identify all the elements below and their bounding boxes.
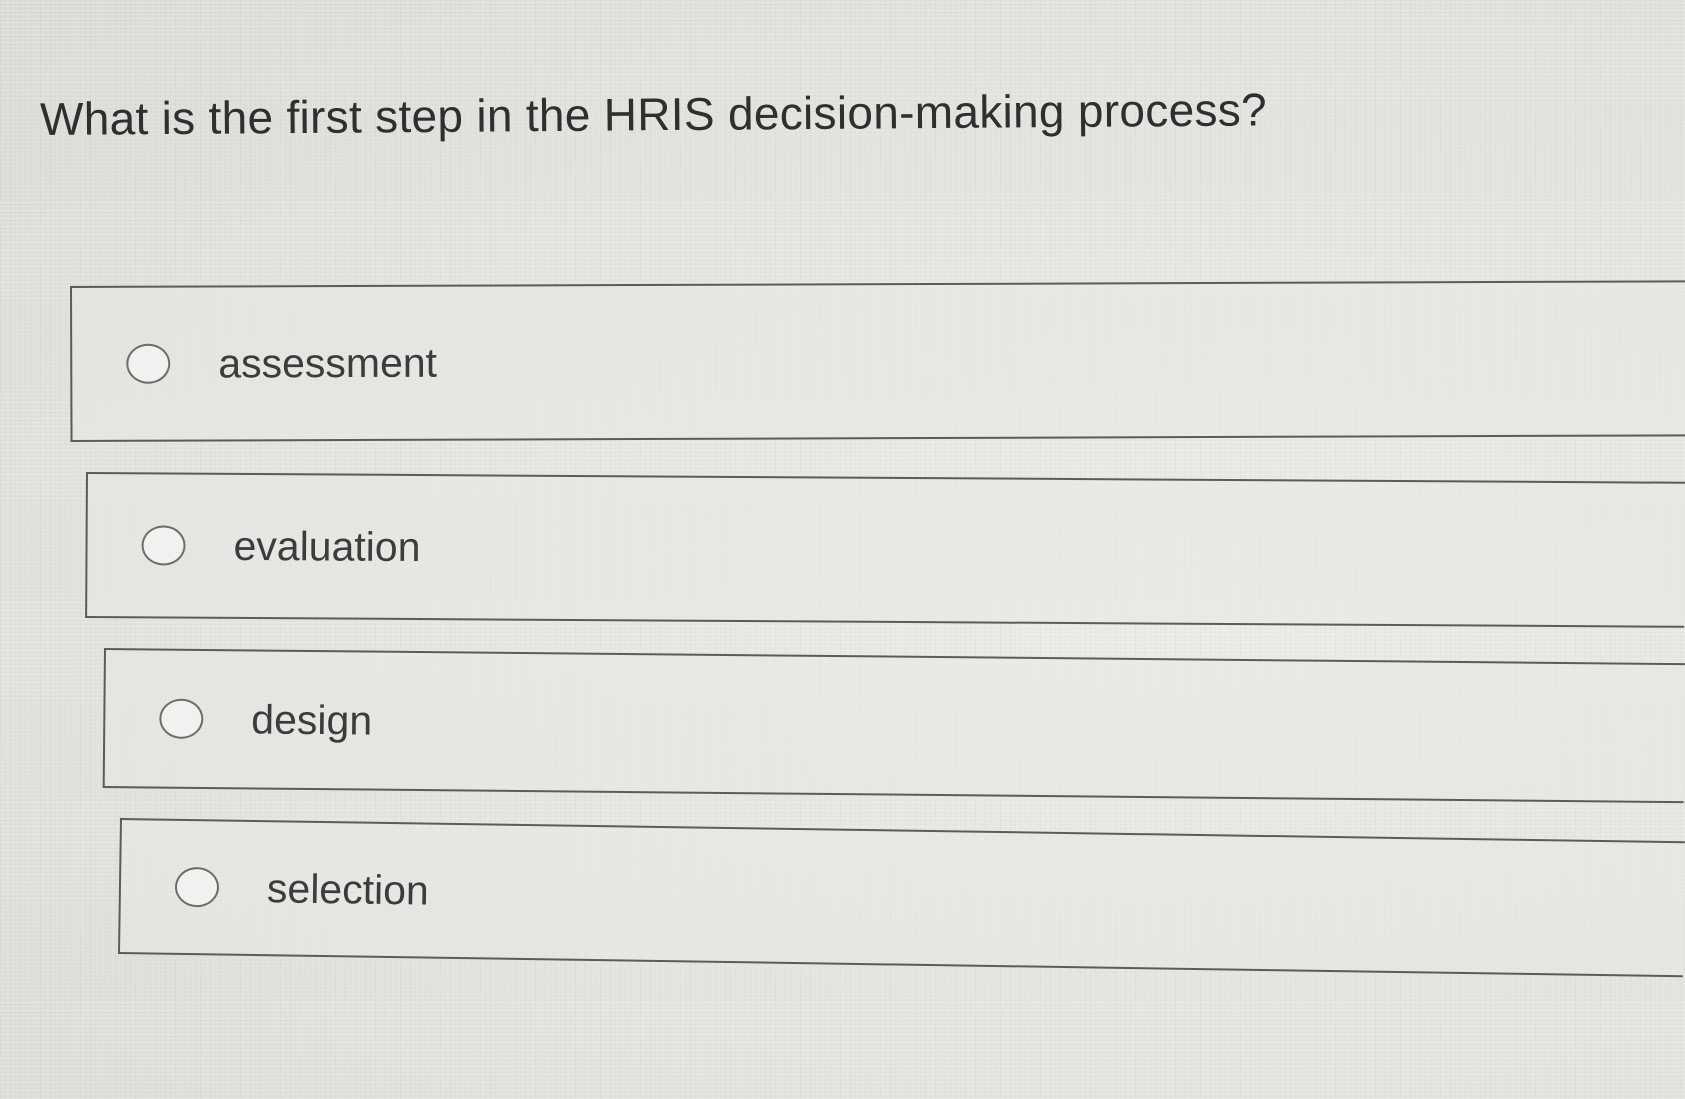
- option-label: selection: [266, 864, 430, 914]
- option-label: evaluation: [233, 522, 421, 570]
- option-assessment[interactable]: assessment: [70, 280, 1685, 442]
- radio-button[interactable]: [141, 525, 186, 566]
- radio-button[interactable]: [159, 698, 204, 739]
- radio-button[interactable]: [174, 866, 220, 908]
- option-label: design: [251, 695, 373, 744]
- radio-button[interactable]: [126, 343, 171, 384]
- option-label: assessment: [218, 339, 438, 386]
- option-design[interactable]: design: [102, 648, 1685, 804]
- option-selection[interactable]: selection: [117, 818, 1685, 978]
- answer-options: assessment evaluation design selection: [0, 0, 1685, 1099]
- option-evaluation[interactable]: evaluation: [85, 472, 1685, 628]
